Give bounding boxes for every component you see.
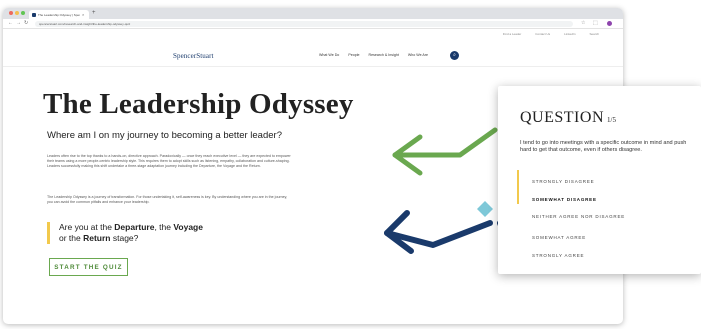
nav-item-people[interactable]: People (348, 53, 359, 57)
back-arrow-icon[interactable]: ← (8, 21, 13, 26)
profile-avatar[interactable] (607, 21, 612, 26)
star-icon[interactable]: ☆ (581, 21, 585, 26)
voyage-label: Voyage (173, 222, 203, 232)
nav-item-what-we-do[interactable]: What We Do (319, 53, 339, 57)
option-somewhat-disagree[interactable]: SOMEWHAT DISAGREE (532, 197, 597, 202)
page-title: The Leadership Odyssey (43, 88, 354, 120)
intro-paragraph: Leaders often rise to the top thanks to … (47, 154, 291, 169)
start-quiz-button[interactable]: START THE QUIZ (49, 258, 128, 276)
option-strongly-agree[interactable]: STRONGLY AGREE (532, 253, 584, 258)
option-neither[interactable]: NEITHER AGREE NOR DISAGREE (532, 214, 625, 219)
extensions-icon[interactable]: ⬚ (593, 21, 598, 26)
selected-option-marker (517, 170, 519, 204)
favicon-icon (32, 12, 36, 17)
question-heading: QUESTION 1/5 (520, 109, 616, 126)
maximize-window-dot[interactable] (21, 11, 25, 15)
new-tab-icon[interactable]: + (92, 10, 96, 16)
question-text: I tend to go into meetings with a specif… (520, 140, 687, 154)
tab-title: The Leadership Odyssey | Spencer Stuart (38, 12, 80, 17)
browser-toolbar: ← → ↻ spencerstuart.com/research-and-ins… (3, 19, 623, 29)
browser-tab[interactable]: The Leadership Odyssey | Spencer Stuart … (29, 10, 89, 19)
brand-logo[interactable]: SpencerStuart (173, 52, 214, 60)
nav-divider (3, 66, 623, 67)
question-counter: 1/5 (607, 116, 616, 124)
stage-question-line-1: Are you at the Departure, the Voyage (59, 222, 203, 232)
close-window-dot[interactable] (9, 11, 13, 15)
main-nav: What We Do People Research & Insight Who… (319, 53, 428, 57)
utility-link-contact[interactable]: Contact Us (535, 32, 550, 36)
nav-item-who-we-are[interactable]: Who We Are (408, 53, 428, 57)
address-url: spencerstuart.com/research-and-insight/t… (39, 22, 131, 26)
utility-link-find-leader[interactable]: Find a Leader (503, 32, 522, 36)
minimize-window-dot[interactable] (15, 11, 19, 15)
window-controls (9, 11, 25, 15)
journey-paragraph: The Leadership Odyssey is a journey of t… (47, 195, 288, 205)
page-subtitle: Where am I on my journey to becoming a b… (47, 130, 282, 141)
stage-question: Are you at the Departure, the Voyage or … (47, 222, 203, 244)
option-strongly-disagree[interactable]: STRONGLY DISAGREE (532, 179, 594, 184)
question-card: QUESTION 1/5 I tend to go into meetings w… (498, 86, 701, 274)
reload-icon[interactable]: ↻ (24, 21, 28, 26)
address-bar[interactable]: spencerstuart.com/research-and-insight/t… (35, 21, 573, 27)
tab-bar: The Leadership Odyssey | Spencer Stuart … (3, 8, 623, 19)
utility-nav: Find a Leader Contact Us LinkedIn Search (503, 32, 599, 36)
screenshot-stage: The Leadership Odyssey | Spencer Stuart … (0, 0, 701, 329)
utility-link-linkedin[interactable]: LinkedIn (564, 32, 575, 36)
option-somewhat-agree[interactable]: SOMEWHAT AGREE (532, 235, 586, 240)
return-label: Return (83, 232, 111, 243)
teal-diamond (477, 201, 493, 217)
tab-close-icon[interactable]: × (82, 12, 84, 17)
stage-question-line-2: or the Return stage? (59, 232, 139, 243)
departure-label: Departure (114, 222, 155, 232)
utility-link-search[interactable]: Search (589, 32, 599, 36)
forward-arrow-icon[interactable]: → (16, 21, 21, 26)
search-icon[interactable]: ⌕ (450, 51, 459, 60)
nav-item-research[interactable]: Research & Insight (369, 53, 399, 57)
